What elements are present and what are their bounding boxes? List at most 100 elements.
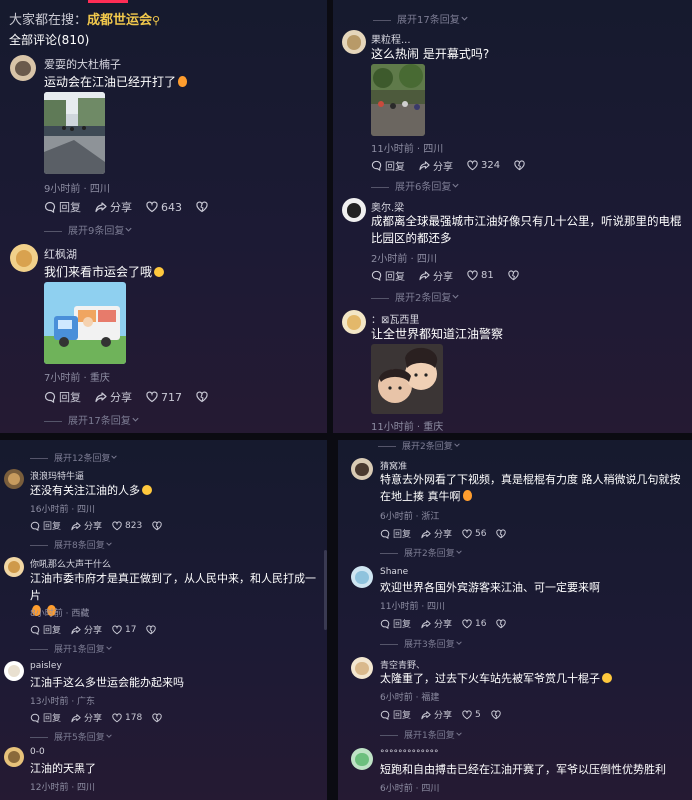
comment-username[interactable]: 0-0 <box>30 747 45 757</box>
broken-heart-icon <box>196 391 208 403</box>
comment-image[interactable] <box>371 64 425 136</box>
comment-username[interactable]: 猜窝准 <box>380 459 407 472</box>
avatar[interactable] <box>4 661 24 681</box>
expand-replies-button[interactable]: 展开8条回复 <box>30 538 113 551</box>
dislike-button[interactable] <box>152 521 162 531</box>
reply-button[interactable]: 回复 <box>44 389 81 405</box>
comment-username[interactable]: 爱耍的大杜楠子 <box>44 56 121 72</box>
comment-username[interactable]: 果粒程... <box>371 31 411 46</box>
comment-username[interactable]: paisley <box>30 661 62 671</box>
share-button[interactable]: 分享 <box>421 708 452 721</box>
avatar[interactable] <box>4 747 24 767</box>
avatar[interactable] <box>351 458 373 480</box>
share-button[interactable]: 分享 <box>95 389 132 405</box>
share-button[interactable]: 分享 <box>419 158 453 173</box>
reply-button[interactable]: 回复 <box>30 623 61 636</box>
dislike-button[interactable] <box>514 160 525 171</box>
comment-image[interactable] <box>44 282 126 364</box>
fire-emoji-icon <box>178 76 188 87</box>
chevron-down-icon <box>453 441 461 449</box>
avatar[interactable] <box>4 469 24 489</box>
avatar[interactable] <box>4 557 24 577</box>
crowd-photo-icon <box>371 64 425 136</box>
chevron-down-icon <box>455 730 463 738</box>
avatar[interactable] <box>342 198 366 222</box>
like-button[interactable]: 81 <box>467 270 494 281</box>
comment-username[interactable]: °°°°°°°°°°°°° <box>380 749 439 759</box>
expand-replies-button[interactable]: 展开2条回复 <box>378 440 461 452</box>
comment-item: °°°°°°°°°°°°° 短跑和自由搏击已经在江油开赛了，军爷以压倒性优势胜利… <box>338 746 692 800</box>
like-button[interactable]: 5 <box>462 710 481 720</box>
expand-replies-button[interactable]: 展开5条回复 <box>30 730 113 743</box>
share-button[interactable]: 分享 <box>95 199 132 215</box>
share-button[interactable]: 分享 <box>71 623 102 636</box>
reply-button[interactable]: 回复 <box>371 268 405 283</box>
comment-item: 你吼那么大声干什么 江油市委市府才是真正做到了，从人民中来，和人民打成一片 8小… <box>0 555 327 660</box>
like-button[interactable]: 16 <box>462 619 486 629</box>
avatar[interactable] <box>351 657 373 679</box>
comment-username[interactable]: 红枫湖 <box>44 246 77 262</box>
dislike-button[interactable] <box>196 391 208 403</box>
search-suggestion[interactable]: 大家都在搜：成都世运会⚲ <box>9 9 160 28</box>
broken-heart-icon <box>146 625 156 635</box>
comment-meta: 11小时前 · 重庆 <box>371 422 444 433</box>
comment-username[interactable]: 浪浪玛特牛逼 <box>30 469 84 482</box>
like-button[interactable]: 17 <box>112 625 136 635</box>
reply-button[interactable]: 回复 <box>30 711 61 724</box>
reply-button[interactable]: 回复 <box>380 708 411 721</box>
expand-replies-button[interactable]: 展开1条回复 <box>380 728 463 741</box>
dislike-button[interactable] <box>496 529 506 539</box>
like-button[interactable]: 56 <box>462 529 486 539</box>
search-term-link[interactable]: 成都世运会 <box>87 13 152 28</box>
comment-meta: 6小时前 · 四川 <box>380 784 440 794</box>
share-button[interactable]: 分享 <box>71 711 102 724</box>
expand-replies-button[interactable]: 展开6条回复 <box>371 178 460 193</box>
heart-icon <box>146 201 158 213</box>
comment-username[interactable]: 你吼那么大声干什么 <box>30 557 111 570</box>
dislike-button[interactable] <box>196 201 208 213</box>
reply-button[interactable]: 回复 <box>380 527 411 540</box>
expand-replies-button[interactable]: 展开17条回复 <box>373 11 469 26</box>
reply-button[interactable]: 回复 <box>30 519 61 532</box>
reply-button[interactable]: 回复 <box>44 199 81 215</box>
comment-username[interactable]: 青空青野、 <box>380 658 425 671</box>
dislike-button[interactable] <box>491 710 501 720</box>
expand-replies-button[interactable]: 展开12条回复 <box>30 451 118 464</box>
comment-actions: 回复 分享 823 <box>30 519 176 532</box>
like-button[interactable]: 178 <box>112 713 142 723</box>
share-button[interactable]: 分享 <box>421 527 452 540</box>
expand-replies-button[interactable]: 展开3条回复 <box>380 637 463 650</box>
avatar[interactable] <box>351 566 373 588</box>
reply-button[interactable]: 回复 <box>371 158 405 173</box>
expand-replies-button[interactable]: 展开1条回复 <box>30 642 113 655</box>
dislike-button[interactable] <box>508 270 519 281</box>
comment-username[interactable]: 奥尔.梁 <box>371 199 404 214</box>
comment-username[interactable]: Shane <box>380 567 408 577</box>
like-button[interactable]: 717 <box>146 391 182 404</box>
avatar[interactable] <box>351 748 373 770</box>
share-button[interactable]: 分享 <box>419 268 453 283</box>
expand-replies-button[interactable]: 展开2条回复 <box>380 546 463 559</box>
dislike-button[interactable] <box>496 619 506 629</box>
like-button[interactable]: 643 <box>146 201 182 214</box>
like-button[interactable]: 823 <box>112 521 142 531</box>
share-button[interactable]: 分享 <box>421 617 452 630</box>
expand-replies-button[interactable]: 展开2条回复 <box>371 289 460 304</box>
comment-username[interactable]: ：⊠瓦西里 <box>371 311 419 326</box>
comment-image[interactable] <box>44 92 105 174</box>
avatar[interactable] <box>10 55 36 81</box>
reply-icon <box>44 391 56 403</box>
share-button[interactable]: 分享 <box>71 519 102 532</box>
comment-meta: 7小时前 · 重庆 <box>44 373 110 384</box>
reply-button[interactable]: 回复 <box>380 617 411 630</box>
expand-replies-button[interactable]: 展开17条回复 <box>44 412 140 427</box>
comment-image[interactable] <box>371 344 443 414</box>
avatar[interactable] <box>342 30 366 54</box>
like-button[interactable]: 324 <box>467 160 500 171</box>
dislike-button[interactable] <box>146 625 156 635</box>
expand-replies-button[interactable]: 展开9条回复 <box>44 222 133 237</box>
dislike-button[interactable] <box>152 713 162 723</box>
avatar[interactable] <box>342 310 366 334</box>
avatar[interactable] <box>10 244 38 272</box>
share-icon <box>421 619 431 629</box>
